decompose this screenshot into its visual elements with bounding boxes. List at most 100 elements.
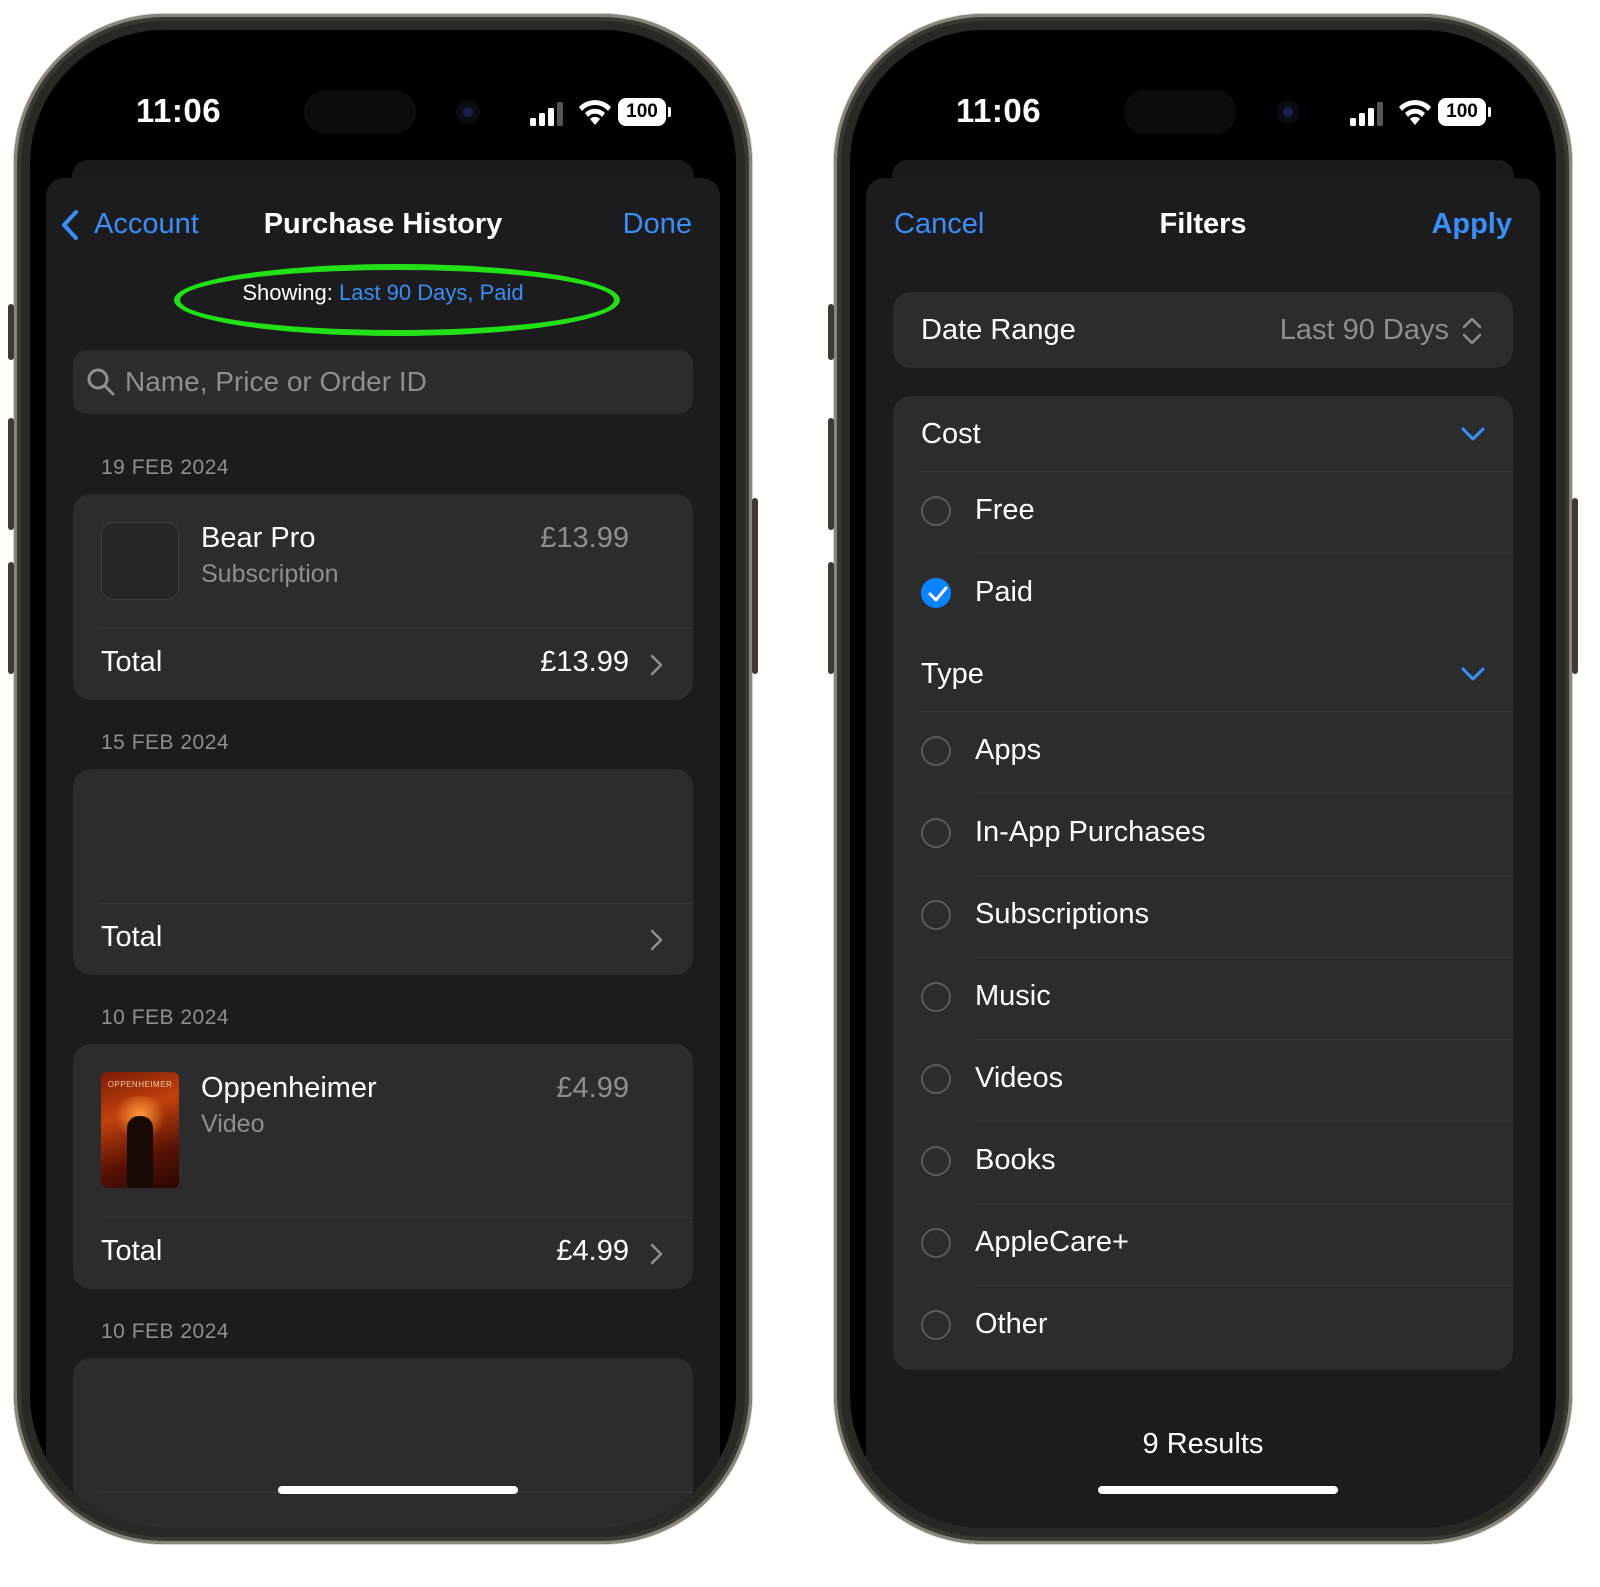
showing-filter-link[interactable]: Last 90 Days, Paid: [339, 280, 524, 305]
showing-filter[interactable]: Showing: Last 90 Days, Paid: [46, 280, 720, 306]
filter-option-other[interactable]: Other: [893, 1286, 1513, 1368]
option-label: Other: [975, 1308, 1048, 1340]
section-date: 10 FEB 2024: [101, 1006, 230, 1029]
results-count: 9 Results: [1142, 1428, 1264, 1460]
filter-option-apps[interactable]: Apps: [893, 712, 1513, 794]
camera-icon: [1276, 100, 1300, 124]
status-time: 11:06: [136, 92, 222, 129]
divider: [101, 628, 693, 629]
radio-unchecked-icon: [921, 496, 951, 526]
radio-unchecked-icon: [921, 1310, 951, 1340]
movie-poster: OPPENHEIMER: [101, 1072, 179, 1188]
item-name: Bear Pro: [201, 522, 316, 554]
app-icon: [101, 522, 179, 600]
showing-prefix: Showing:: [242, 280, 339, 305]
search-icon: [87, 368, 115, 396]
screen: 11:06 100 Account Purchase History Done: [30, 30, 736, 1528]
cellular-signal-icon: [530, 102, 563, 126]
filter-option-free[interactable]: Free: [893, 472, 1513, 554]
section-date: 15 FEB 2024: [101, 731, 230, 754]
item-type: Subscription: [201, 560, 339, 588]
volume-up-button: [8, 418, 14, 530]
status-time: 11:06: [956, 92, 1042, 129]
purchase-card[interactable]: [73, 1358, 693, 1528]
side-button: [752, 498, 758, 674]
option-label: In-App Purchases: [975, 816, 1206, 848]
chevron-up-down-icon: [1462, 317, 1482, 345]
filter-option-books[interactable]: Books: [893, 1122, 1513, 1204]
wifi-icon: [579, 100, 611, 125]
search-field[interactable]: Name, Price or Order ID: [73, 350, 693, 414]
action-button: [8, 304, 14, 360]
battery-icon: 100: [618, 98, 671, 126]
item-price: £4.99: [556, 1072, 629, 1104]
radio-unchecked-icon: [921, 1146, 951, 1176]
home-indicator[interactable]: [278, 1486, 518, 1494]
total-label: Total: [101, 921, 163, 953]
purchase-history-sheet: Account Purchase History Done Showing: L…: [46, 178, 720, 1528]
type-section-header[interactable]: Type: [893, 636, 1513, 712]
page-title: Purchase History: [263, 208, 503, 240]
purchase-card[interactable]: Bear Pro Subscription £13.99 Total £13.9…: [73, 494, 693, 700]
volume-down-button: [828, 562, 834, 674]
search-placeholder: Name, Price or Order ID: [125, 366, 427, 397]
cellular-signal-icon: [1350, 102, 1383, 126]
chevron-right-icon: [650, 929, 663, 951]
purchase-card[interactable]: Total: [73, 769, 693, 975]
radio-unchecked-icon: [921, 1064, 951, 1094]
option-label: Music: [975, 980, 1051, 1012]
chevron-down-icon: [1461, 427, 1485, 441]
purchase-card[interactable]: OPPENHEIMER Oppenheimer Video £4.99 Tota…: [73, 1044, 693, 1289]
camera-icon: [456, 100, 480, 124]
section-date: 19 FEB 2024: [101, 456, 230, 479]
filter-option-applecare[interactable]: AppleCare+: [893, 1204, 1513, 1286]
total-label: Total: [101, 646, 163, 678]
date-range-row[interactable]: Date Range Last 90 Days: [893, 292, 1513, 368]
option-label: Paid: [975, 576, 1034, 608]
date-range-value: Last 90 Days: [1279, 314, 1449, 346]
radio-unchecked-icon: [921, 736, 951, 766]
dynamic-island: [1124, 90, 1236, 134]
option-label: Subscriptions: [975, 898, 1150, 930]
checkmark-circle-icon: [921, 578, 951, 608]
volume-up-button: [828, 418, 834, 530]
phone-left: 11:06 100 Account Purchase History Done: [8, 14, 758, 1544]
done-button[interactable]: Done: [623, 208, 692, 241]
radio-unchecked-icon: [921, 818, 951, 848]
phone-right: 11:06 100 Cancel Filters Apply Date Rang…: [828, 14, 1578, 1544]
volume-down-button: [8, 562, 14, 674]
cost-section-header[interactable]: Cost: [893, 396, 1513, 472]
radio-unchecked-icon: [921, 1228, 951, 1258]
apply-button[interactable]: Apply: [1431, 208, 1512, 241]
filter-option-videos[interactable]: Videos: [893, 1040, 1513, 1122]
divider: [101, 903, 693, 904]
action-button: [828, 304, 834, 360]
item-price: £13.99: [540, 522, 629, 554]
section-date: 10 FEB 2024: [101, 1320, 230, 1343]
item-type: Video: [201, 1110, 265, 1138]
option-label: Books: [975, 1144, 1056, 1176]
filter-option-in-app-purchases[interactable]: In-App Purchases: [893, 794, 1513, 876]
item-name: Oppenheimer: [201, 1072, 377, 1104]
chevron-right-icon: [650, 1243, 663, 1265]
poster-title: OPPENHEIMER: [107, 1080, 173, 1089]
total-label: Total: [101, 1235, 163, 1267]
radio-unchecked-icon: [921, 900, 951, 930]
date-range-label: Date Range: [921, 314, 1076, 346]
screen: 11:06 100 Cancel Filters Apply Date Rang…: [850, 30, 1556, 1528]
radio-unchecked-icon: [921, 982, 951, 1012]
side-button: [1572, 498, 1578, 674]
battery-icon: 100: [1438, 98, 1491, 126]
wifi-icon: [1399, 100, 1431, 125]
chevron-right-icon: [650, 654, 663, 676]
chevron-down-icon: [1461, 667, 1485, 681]
dynamic-island: [304, 90, 416, 134]
filter-option-music[interactable]: Music: [893, 958, 1513, 1040]
option-label: Free: [975, 494, 1035, 526]
filter-option-paid[interactable]: Paid: [893, 554, 1513, 636]
filter-option-subscriptions[interactable]: Subscriptions: [893, 876, 1513, 958]
total-price: £4.99: [556, 1235, 629, 1267]
type-label: Type: [921, 658, 984, 690]
option-label: AppleCare+: [975, 1226, 1129, 1258]
home-indicator[interactable]: [1098, 1486, 1338, 1494]
